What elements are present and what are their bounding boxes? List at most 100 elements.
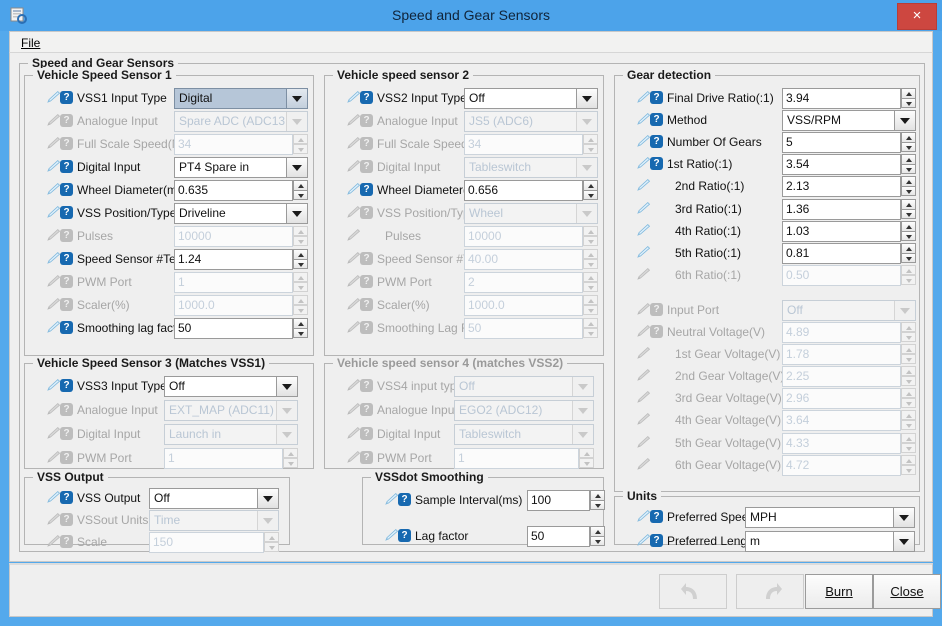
combo-box[interactable]: Off	[464, 88, 598, 109]
spinner-increment-icon[interactable]	[293, 249, 308, 259]
spinner[interactable]: 1.03	[782, 220, 916, 242]
help-icon[interactable]: ?	[60, 206, 73, 219]
spinner-decrement-icon[interactable]	[590, 500, 605, 510]
help-icon[interactable]: ?	[60, 160, 73, 173]
spinner-value[interactable]: 100	[527, 490, 590, 511]
combo-box[interactable]: Digital	[174, 88, 308, 109]
spinner-decrement-icon[interactable]	[901, 142, 916, 153]
spinner-increment-icon[interactable]	[901, 198, 916, 209]
spinner-increment-icon[interactable]	[590, 526, 605, 536]
spinner[interactable]: 50	[174, 318, 308, 339]
spinner[interactable]: 2.13	[782, 176, 916, 198]
spinner-value[interactable]: 1.36	[782, 198, 901, 220]
spinner-value[interactable]: 0.635	[174, 180, 293, 201]
help-icon[interactable]: ?	[60, 183, 73, 196]
spinner[interactable]: 3.54	[782, 154, 916, 176]
close-window-button[interactable]: ×	[897, 3, 937, 30]
spinner-increment-icon[interactable]	[901, 242, 916, 253]
burn-button[interactable]: Burn	[805, 574, 873, 609]
spinner-decrement-icon[interactable]	[293, 328, 308, 338]
help-icon[interactable]: ?	[60, 252, 73, 265]
spinner-increment-icon[interactable]	[901, 176, 916, 187]
combo-box[interactable]: m	[745, 531, 915, 552]
spinner[interactable]: 1.24	[174, 249, 308, 270]
spinner-decrement-icon[interactable]	[590, 536, 605, 546]
spinner-value[interactable]: 3.54	[782, 154, 901, 176]
chevron-down-icon[interactable]	[894, 111, 915, 131]
spinner-value[interactable]: 50	[174, 318, 293, 339]
help-icon[interactable]: ?	[650, 534, 663, 547]
spinner[interactable]: 100	[527, 490, 605, 511]
spinner-decrement-icon[interactable]	[901, 98, 916, 108]
menu-item-file[interactable]: File	[17, 35, 44, 51]
spinner[interactable]: 0.635	[174, 180, 308, 201]
spinner-value[interactable]: 0.656	[464, 180, 583, 201]
spinner-decrement-icon[interactable]	[583, 190, 598, 200]
help-icon[interactable]: ?	[60, 491, 73, 504]
spinner-increment-icon[interactable]	[293, 180, 308, 190]
spinner-decrement-icon[interactable]	[901, 186, 916, 197]
spinner-value[interactable]: 1.03	[782, 220, 901, 242]
field-label: VSS3 Input Type	[77, 379, 167, 393]
close-button[interactable]: Close	[873, 574, 941, 609]
spinner-value[interactable]: 2.13	[782, 176, 901, 198]
spinner[interactable]: 0.81	[782, 242, 916, 264]
spinner-increment-icon[interactable]	[901, 88, 916, 98]
help-icon[interactable]: ?	[650, 157, 663, 171]
chevron-down-icon[interactable]	[286, 158, 307, 177]
combo-box[interactable]: Off	[164, 376, 298, 397]
chevron-down-icon[interactable]	[276, 377, 297, 396]
spinner-decrement-icon[interactable]	[293, 259, 308, 269]
spinner-value[interactable]: 3.94	[782, 88, 901, 109]
combo-box[interactable]: Driveline	[174, 203, 308, 224]
spinner-value[interactable]: 0.81	[782, 242, 901, 264]
chevron-down-icon[interactable]	[257, 489, 278, 508]
spinner-increment-icon[interactable]	[901, 220, 916, 231]
spinner-decrement-icon[interactable]	[293, 190, 308, 200]
combo-box[interactable]: PT4 Spare in	[174, 157, 308, 178]
spinner-increment-icon[interactable]	[901, 132, 916, 143]
spinner-increment-icon[interactable]	[583, 180, 598, 190]
field-row: ? Preferred Speed Units MPH	[621, 507, 915, 528]
spinner-value[interactable]: 1.24	[174, 249, 293, 270]
spinner-increment-icon[interactable]	[293, 318, 308, 328]
combo-box[interactable]: MPH	[745, 507, 915, 528]
help-icon[interactable]: ?	[650, 91, 663, 104]
help-icon[interactable]: ?	[650, 510, 663, 523]
help-icon[interactable]: ?	[398, 493, 411, 506]
spinner[interactable]: 5	[782, 132, 916, 154]
spinner[interactable]: 50	[527, 526, 605, 547]
help-icon[interactable]: ?	[398, 529, 411, 542]
spinner[interactable]: 1.36	[782, 198, 916, 220]
chevron-down-icon[interactable]	[286, 204, 307, 223]
help-icon[interactable]: ?	[60, 321, 73, 334]
edit-pencil-icon	[347, 137, 361, 149]
help-icon[interactable]: ?	[360, 183, 373, 196]
spinner-decrement-icon[interactable]	[901, 164, 916, 175]
help-icon[interactable]: ?	[650, 113, 663, 127]
help-icon[interactable]: ?	[650, 135, 663, 149]
field-row: 6th Gear Voltage(V) 4.72	[621, 454, 916, 476]
chevron-down-icon[interactable]	[893, 532, 914, 551]
spinner[interactable]: 0.656	[464, 180, 598, 201]
help-icon[interactable]: ?	[60, 91, 73, 104]
spinner-value[interactable]: 50	[527, 526, 590, 547]
spinner-decrement-icon[interactable]	[901, 252, 916, 263]
spinner-decrement-icon[interactable]	[901, 208, 916, 219]
spinner-value[interactable]: 5	[782, 132, 901, 154]
spinner-value: 10000	[464, 226, 583, 247]
spinner-increment-icon[interactable]	[901, 154, 916, 165]
chevron-down-icon[interactable]	[286, 89, 307, 108]
spinner-increment-icon[interactable]	[590, 490, 605, 500]
undo-button[interactable]	[659, 574, 727, 609]
combo-box[interactable]: VSS/RPM	[782, 110, 916, 132]
help-icon[interactable]: ?	[360, 91, 373, 104]
spinner[interactable]: 3.94	[782, 88, 916, 109]
combo-box-value: JS5 (ADC6)	[469, 114, 534, 128]
spinner-decrement-icon[interactable]	[901, 230, 916, 241]
chevron-down-icon[interactable]	[893, 508, 914, 527]
chevron-down-icon[interactable]	[576, 89, 597, 108]
combo-box[interactable]: Off	[149, 488, 279, 509]
redo-button[interactable]	[736, 574, 804, 609]
help-icon[interactable]: ?	[60, 379, 73, 392]
